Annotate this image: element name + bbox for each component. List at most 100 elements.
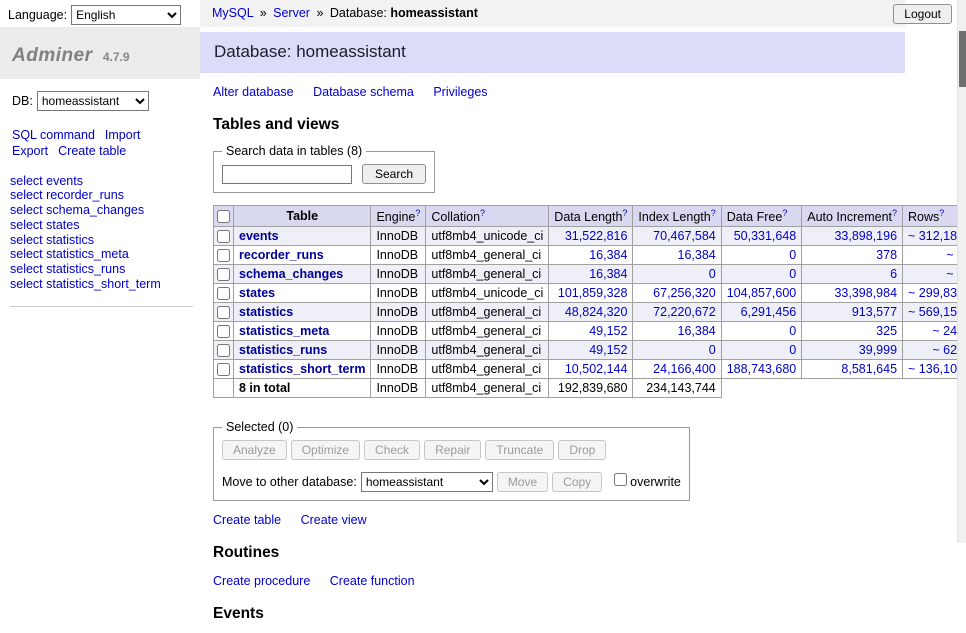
table-name-link[interactable]: statistics_runs [239,343,327,357]
auto-increment-link[interactable]: 39,999 [859,343,897,357]
move-db-select[interactable]: homeassistant [361,472,493,492]
db-select[interactable]: homeassistant [37,91,149,111]
data-free-cell: 0 [721,322,802,341]
create-table-sidebar-link[interactable]: Create table [58,144,126,158]
scrollbar-thumb[interactable] [959,31,966,87]
rows-count-link[interactable]: ~ 569,159 [908,305,964,319]
row-checkbox[interactable] [217,306,230,319]
auto-increment-link[interactable]: 913,577 [852,305,897,319]
sidebar-table-link[interactable]: select statistics_short_term [10,277,193,292]
search-input[interactable] [222,165,352,184]
table-name-link[interactable]: states [239,286,275,300]
row-checkbox[interactable] [217,249,230,262]
rows-count-link[interactable]: ~ 312,180 [908,229,964,243]
column-help-icon[interactable]: ? [415,208,420,218]
auto-increment-link[interactable]: 33,398,984 [834,286,897,300]
column-help-icon[interactable]: ? [480,208,485,218]
auto-increment-link[interactable]: 325 [876,324,897,338]
copy-button[interactable]: Copy [552,472,602,492]
breadcrumb-mysql-link[interactable]: MySQL [212,6,253,20]
data-free-link[interactable]: 0 [789,343,796,357]
data-length-link[interactable]: 31,522,816 [565,229,628,243]
auto-increment-link[interactable]: 8,581,645 [841,362,897,376]
drop-button[interactable]: Drop [558,440,606,460]
table-name-link[interactable]: statistics_meta [239,324,329,338]
sidebar-table-link[interactable]: select recorder_runs [10,188,193,203]
select-all-checkbox[interactable] [217,210,230,223]
table-name-link[interactable]: events [239,229,279,243]
index-length-link[interactable]: 24,166,400 [653,362,716,376]
data-length-link[interactable]: 16,384 [589,267,627,281]
language-select[interactable]: English [71,5,181,25]
table-name-link[interactable]: statistics [239,305,293,319]
index-length-link[interactable]: 0 [709,267,716,281]
truncate-button[interactable]: Truncate [485,440,554,460]
table-name-link[interactable]: recorder_runs [239,248,324,262]
privileges-link[interactable]: Privileges [433,85,487,99]
move-button[interactable]: Move [497,472,548,492]
sidebar-table-link[interactable]: select statistics [10,233,193,248]
column-help-icon[interactable]: ? [782,208,787,218]
data-free-link[interactable]: 0 [789,324,796,338]
data-free-link[interactable]: 0 [789,248,796,262]
database-schema-link[interactable]: Database schema [313,85,414,99]
index-length-link[interactable]: 67,256,320 [653,286,716,300]
index-length-link[interactable]: 16,384 [678,248,716,262]
data-length-cell: 31,522,816 [549,227,633,246]
row-checkbox[interactable] [217,287,230,300]
data-length-link[interactable]: 48,824,320 [565,305,628,319]
data-length-link[interactable]: 101,859,328 [558,286,628,300]
table-name-link[interactable]: schema_changes [239,267,343,281]
scrollbar[interactable] [957,0,966,543]
breadcrumb-server-link[interactable]: Server [273,6,310,20]
search-button[interactable]: Search [362,164,426,184]
check-button[interactable]: Check [364,440,420,460]
data-free-link[interactable]: 0 [789,267,796,281]
data-length-link[interactable]: 49,152 [589,343,627,357]
table-name-link[interactable]: statistics_short_term [239,362,365,376]
row-checkbox[interactable] [217,363,230,376]
column-help-icon[interactable]: ? [892,208,897,218]
auto-increment-link[interactable]: 33,898,196 [834,229,897,243]
index-length-link[interactable]: 70,467,584 [653,229,716,243]
data-length-link[interactable]: 16,384 [589,248,627,262]
repair-button[interactable]: Repair [424,440,481,460]
logout-button[interactable]: Logout [893,4,952,24]
column-help-icon[interactable]: ? [939,208,944,218]
auto-increment-link[interactable]: 6 [890,267,897,281]
sidebar-table-link[interactable]: select statistics_meta [10,247,193,262]
overwrite-checkbox[interactable] [614,473,627,486]
column-help-icon[interactable]: ? [622,208,627,218]
create-function-link[interactable]: Create function [330,574,415,588]
rows-count-link[interactable]: ~ 136,108 [908,362,964,376]
alter-database-link[interactable]: Alter database [213,85,294,99]
import-link[interactable]: Import [105,128,140,142]
data-free-link[interactable]: 50,331,648 [734,229,797,243]
data-free-link[interactable]: 104,857,600 [727,286,797,300]
data-length-link[interactable]: 49,152 [589,324,627,338]
column-help-icon[interactable]: ? [711,208,716,218]
create-view-link[interactable]: Create view [301,513,367,527]
auto-increment-link[interactable]: 378 [876,248,897,262]
sidebar-table-link[interactable]: select schema_changes [10,203,193,218]
row-checkbox[interactable] [217,268,230,281]
analyze-button[interactable]: Analyze [222,440,287,460]
index-length-link[interactable]: 16,384 [678,324,716,338]
row-checkbox[interactable] [217,230,230,243]
row-checkbox[interactable] [217,325,230,338]
index-length-link[interactable]: 72,220,672 [653,305,716,319]
rows-count-link[interactable]: ~ 299,833 [908,286,964,300]
sidebar-table-link[interactable]: select events [10,174,193,189]
index-length-link[interactable]: 0 [709,343,716,357]
row-checkbox[interactable] [217,344,230,357]
data-free-link[interactable]: 188,743,680 [727,362,797,376]
export-link[interactable]: Export [12,144,48,158]
optimize-button[interactable]: Optimize [291,440,360,460]
create-table-link[interactable]: Create table [213,513,281,527]
data-length-link[interactable]: 10,502,144 [565,362,628,376]
sidebar-table-link[interactable]: select statistics_runs [10,262,193,277]
data-free-link[interactable]: 6,291,456 [741,305,797,319]
create-procedure-link[interactable]: Create procedure [213,574,310,588]
sql-command-link[interactable]: SQL command [12,128,95,142]
sidebar-table-link[interactable]: select states [10,218,193,233]
